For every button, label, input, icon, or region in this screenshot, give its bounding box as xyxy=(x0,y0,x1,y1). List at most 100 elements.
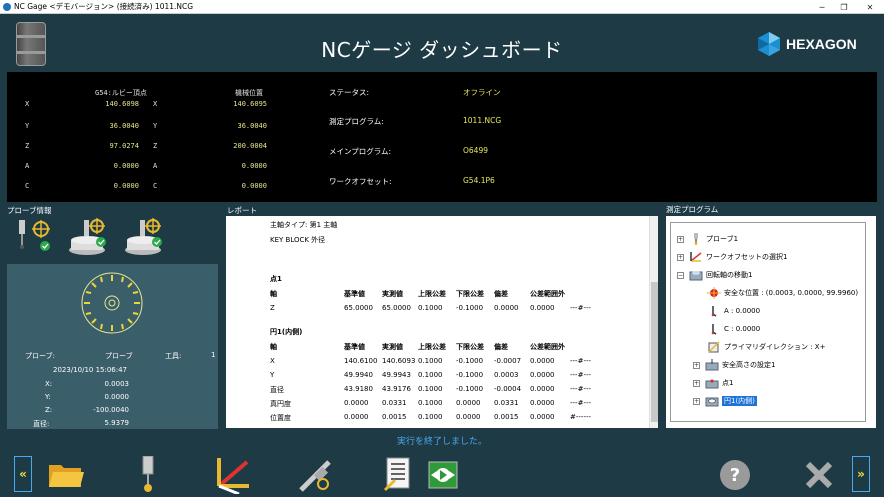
report-button[interactable] xyxy=(378,456,418,494)
tree-item-label: プライマリダイレクション : X+ xyxy=(724,343,826,351)
report-section-title: 円1(内側) xyxy=(270,328,303,336)
minimize-button[interactable]: ─ xyxy=(810,0,834,14)
report-cell: 49.9943 xyxy=(382,371,411,379)
program-tree-view[interactable]: + プローブ1 + ワークオフセットの選択1 − 回転軸の移動1 安全な位置 :… xyxy=(670,222,866,422)
ring-calibration-icon[interactable] xyxy=(67,216,113,258)
folder-icon xyxy=(49,465,84,487)
report-header-cell: 実測値 xyxy=(382,343,403,351)
report-cell: 0.0000 xyxy=(494,304,519,312)
axis-label: Y xyxy=(153,122,158,130)
report-cell: 直径 xyxy=(270,386,284,394)
expand-icon[interactable]: + xyxy=(693,397,700,405)
axis-label: C xyxy=(25,182,30,190)
tree-item-safe-height[interactable]: + 安全高さの設定1 xyxy=(693,359,775,371)
offset-z-value: -100.0040 xyxy=(93,406,129,414)
sphere-calibration-icon[interactable] xyxy=(123,216,169,258)
probe-info-heading: プローブ情報 xyxy=(7,206,52,215)
offset-z-label: Z: xyxy=(45,406,53,414)
tree-item-c-axis[interactable]: C : 0.0000 xyxy=(707,323,760,335)
probe-label: プローブ: xyxy=(25,352,55,360)
expand-icon[interactable]: + xyxy=(677,235,684,243)
report-cell: X xyxy=(270,357,275,365)
machine-pos-header: 機械位置 xyxy=(235,89,263,97)
report-cell: 0.0331 xyxy=(494,399,519,407)
program-tree: + プローブ1 + ワークオフセットの選択1 − 回転軸の移動1 安全な位置 :… xyxy=(666,216,876,428)
expand-icon[interactable]: + xyxy=(693,379,700,387)
report-cell: -0.1000 xyxy=(456,304,484,312)
main-program-label: メインプログラム: xyxy=(329,147,392,156)
work-offset-button[interactable] xyxy=(210,456,254,494)
tree-item-safe-position[interactable]: 安全な位置 : (0.0003, 0.0000, 99.9960) xyxy=(707,287,858,299)
report-view[interactable]: 主軸タイプ: 第1 主軸 KEY BLOCK 外径 点1 軸基準値 実測値 上限公差… xyxy=(226,216,658,428)
machine-value-c: 0.0000 xyxy=(241,182,267,190)
caliper-button[interactable] xyxy=(296,456,336,494)
report-cell: 0.0000 xyxy=(530,385,555,393)
report-cell: 65.0000 xyxy=(382,304,411,312)
exit-button[interactable] xyxy=(802,456,836,494)
report-cell: 0.1000 xyxy=(418,413,443,421)
diameter-label: 直径: xyxy=(33,420,50,428)
offset-x-label: X: xyxy=(45,380,53,388)
position-readout-panel: G54:ルビー頂点 機械位置 X 140.6098 X 140.6095 Y 3… xyxy=(7,72,877,202)
report-cell: #------ xyxy=(570,413,592,421)
report-cell: 0.1000 xyxy=(418,304,443,312)
run-icon xyxy=(428,461,458,489)
report-cell: ---#--- xyxy=(570,371,592,379)
status-label: ステータス: xyxy=(329,88,370,97)
probe-button[interactable] xyxy=(134,456,162,494)
report-header-cell: 公差範囲外 xyxy=(530,290,565,298)
tree-item-label: C : 0.0000 xyxy=(724,325,761,333)
tree-item-circle1[interactable]: + 円1(内側) xyxy=(693,395,757,407)
report-cell: 0.0000 xyxy=(344,399,369,407)
window-titlebar: NC Gage <デモバージョン> (接続済み) 1011.NCG ─ ❐ ✕ xyxy=(0,0,884,14)
work-offset-icon xyxy=(690,252,702,262)
open-file-button[interactable] xyxy=(46,456,86,494)
program-value: 1011.NCG xyxy=(463,116,502,125)
expand-icon[interactable]: + xyxy=(677,253,684,261)
axis-arrow-icon xyxy=(711,324,717,335)
report-cell: 43.9180 xyxy=(344,385,373,393)
run-button[interactable] xyxy=(428,456,458,494)
coordinate-axes-icon xyxy=(217,458,249,494)
axis-label: Z xyxy=(25,142,30,150)
probe-datetime: 2023/10/10 15:06:47 xyxy=(53,366,128,374)
close-window-button[interactable]: ✕ xyxy=(858,0,882,14)
report-cell: 真円度 xyxy=(270,400,291,408)
axis-label: Z xyxy=(153,142,158,150)
probe-check-icon[interactable] xyxy=(13,216,59,258)
tree-item-rotary-move[interactable]: − 回転軸の移動1 xyxy=(677,269,752,281)
expand-icon[interactable]: + xyxy=(693,361,700,369)
hexagon-logo: HEXAGON xyxy=(756,31,857,57)
report-header-cell: 下限公差 xyxy=(456,343,484,351)
report-section-title: 点1 xyxy=(270,275,282,283)
collapse-icon[interactable]: − xyxy=(677,271,684,279)
tree-item-a-axis[interactable]: A : 0.0000 xyxy=(707,305,760,317)
probe-icon xyxy=(694,233,698,245)
bottom-toolbar: ? xyxy=(0,452,884,497)
report-header-cell: 下限公差 xyxy=(456,290,484,298)
tree-item-label: 安全な位置 : (0.0003, 0.0000, 99.9960) xyxy=(724,289,859,297)
report-cell: -0.1000 xyxy=(456,371,484,379)
report-header-cell: 上限公差 xyxy=(418,290,446,298)
tree-item-work-offset[interactable]: + ワークオフセットの選択1 xyxy=(677,251,787,263)
help-button[interactable]: ? xyxy=(718,456,752,494)
tree-item-point1[interactable]: + 点1 xyxy=(693,377,733,389)
tree-item-label-selected: 円1(内側) xyxy=(722,396,757,406)
probe-tool-icon xyxy=(142,456,154,492)
offset-y-value: 0.0000 xyxy=(104,393,130,401)
machine-value-y: 36.0040 xyxy=(237,122,267,130)
report-feature-line: KEY BLOCK 外径 xyxy=(270,236,326,244)
report-scrollbar[interactable] xyxy=(649,216,658,428)
report-cell: 0.0000 xyxy=(344,413,369,421)
tree-item-probe[interactable]: + プローブ1 xyxy=(677,233,738,245)
report-header-cell: 軸 xyxy=(270,290,277,298)
app-icon xyxy=(3,2,11,11)
maximize-button[interactable]: ❐ xyxy=(832,0,856,14)
scrollbar-thumb[interactable] xyxy=(651,282,658,422)
tree-item-primary-direction[interactable]: プライマリダイレクション : X+ xyxy=(707,341,825,353)
work-value-z: 97.0274 xyxy=(109,142,139,150)
report-cell: ---#--- xyxy=(570,357,592,365)
report-cell: 0.0000 xyxy=(456,399,481,407)
help-icon: ? xyxy=(720,460,750,490)
work-coord-header: G54:ルビー頂点 xyxy=(95,89,147,97)
